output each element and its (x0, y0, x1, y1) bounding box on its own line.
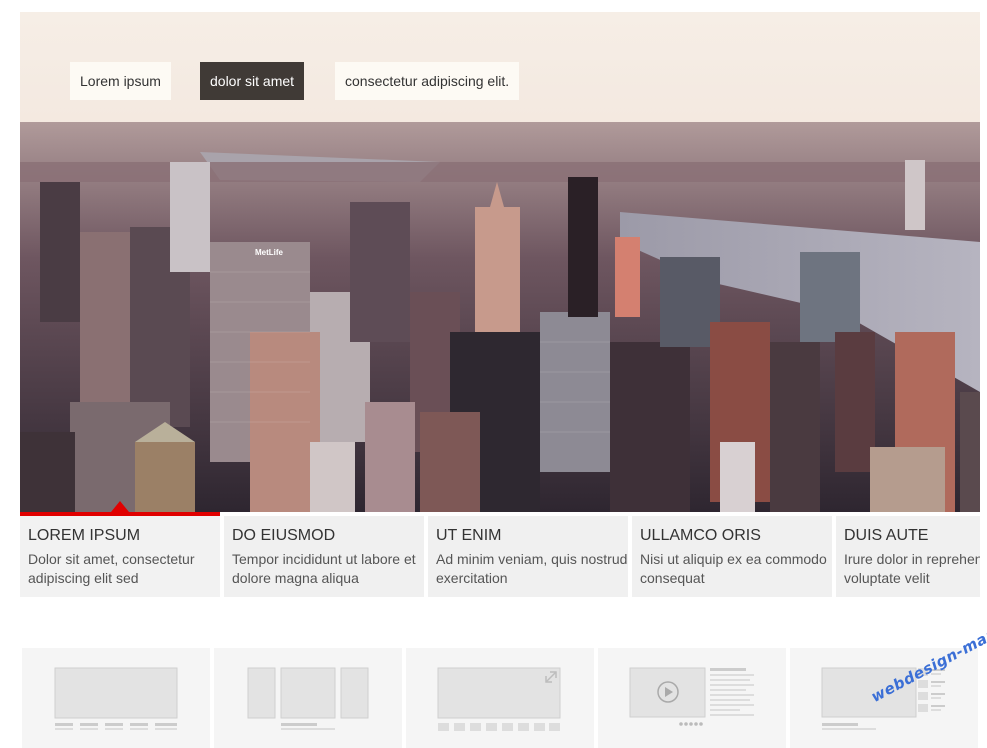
tab-lorem-ipsum[interactable]: LOREM IPSUM Dolor sit amet, consectetur … (20, 516, 220, 597)
hero-slider[interactable]: MetLife Lorem ipsum dolor sit amet conse… (20, 12, 980, 512)
slider-caption-3[interactable]: consectetur adipiscing elit. (335, 62, 520, 100)
tab-duis-aute[interactable]: DUIS AUTE Irure dolor in reprehenderit i… (836, 516, 980, 597)
tab-description: Nisi ut aliquip ex ea commodo consequat (640, 551, 827, 586)
tab-title: LOREM IPSUM (28, 527, 141, 544)
tab-do-eiusmod[interactable]: DO EIUSMOD Tempor incididunt ut labore e… (224, 516, 424, 597)
tab-description: Ad minim veniam, quis nostrud exercitati… (436, 551, 628, 586)
active-tab-indicator (20, 501, 220, 516)
layout-thumb-3[interactable] (406, 648, 594, 748)
tab-title: UT ENIM (436, 527, 502, 544)
layout-thumb-2[interactable] (214, 648, 402, 748)
layout-thumbnail-strip (22, 648, 982, 748)
fullscreen-thumbnails-layout-icon (437, 667, 561, 731)
single-slide-layout-icon (54, 667, 178, 730)
tab-description: Dolor sit amet, consectetur adipiscing e… (28, 551, 195, 586)
metlife-sign: MetLife (255, 248, 284, 257)
tab-title: DUIS AUTE (844, 527, 929, 544)
layout-thumb-1[interactable] (22, 648, 210, 748)
tab-description: Tempor incididunt ut labore et dolore ma… (232, 551, 416, 586)
tab-title: DO EIUSMOD (232, 527, 336, 544)
slider-caption-2-active[interactable]: dolor sit amet (200, 62, 305, 100)
slider-caption-1[interactable]: Lorem ipsum (70, 62, 171, 100)
tab-title: ULLAMCO ORIS (640, 527, 761, 544)
layout-thumb-4[interactable] (598, 648, 786, 748)
slider-tab-navigation: LOREM IPSUM Dolor sit amet, consectetur … (20, 512, 980, 597)
tab-ullamco-oris[interactable]: ULLAMCO ORIS Nisi ut aliquip ex ea commo… (632, 516, 832, 597)
tab-ut-enim[interactable]: UT ENIM Ad minim veniam, quis nostrud ex… (428, 516, 628, 597)
three-panel-carousel-layout-icon (247, 667, 369, 730)
video-with-text-layout-icon (629, 667, 754, 726)
tab-description: Irure dolor in reprehenderit in voluptat… (844, 551, 980, 586)
active-tab-arrow-icon (111, 501, 129, 512)
